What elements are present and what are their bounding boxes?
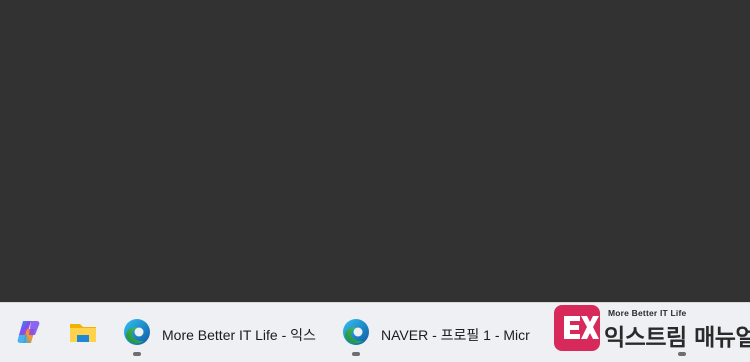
taskbar-file-explorer-button[interactable] (62, 303, 106, 362)
folder-icon (70, 324, 96, 342)
edge-icon (343, 319, 369, 345)
copilot-icon (17, 321, 40, 343)
logo-badge (554, 305, 600, 351)
running-indicator (352, 352, 360, 356)
taskbar-window-title: NAVER - 프로필 1 - Micr (381, 327, 530, 343)
desktop-background[interactable] (0, 0, 750, 302)
taskbar-copilot-button[interactable] (8, 303, 52, 362)
logo-title: 익스트림 매뉴얼 (604, 325, 750, 351)
watermark-logo: More Better IT Life 익스트림 매뉴얼 (554, 305, 750, 357)
taskbar-window-title: More Better IT Life - 익스 (162, 327, 316, 343)
logo-subtitle: More Better IT Life (608, 308, 687, 318)
taskbar-edge-window-button[interactable]: More Better IT Life - 익스 (114, 303, 322, 362)
edge-icon (124, 319, 150, 345)
logo-ex-mark-icon (564, 316, 599, 339)
running-indicator (133, 352, 141, 356)
taskbar-edge-window-button[interactable]: NAVER - 프로필 1 - Micr (333, 303, 541, 362)
